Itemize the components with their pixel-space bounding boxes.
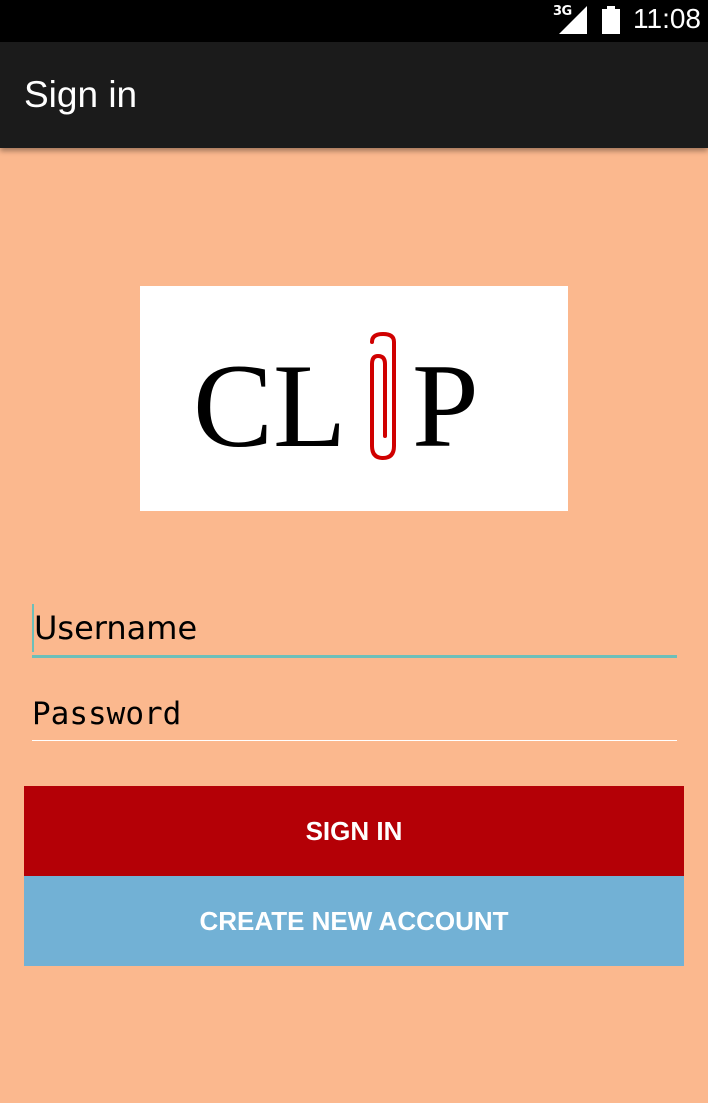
password-input[interactable]: [32, 690, 677, 738]
battery-icon: [602, 6, 620, 34]
status-bar: 3G 11:08: [0, 0, 708, 42]
password-field[interactable]: [32, 690, 677, 741]
page-title: Sign in: [24, 74, 138, 115]
app-bar: Sign in: [0, 42, 708, 148]
create-account-button[interactable]: CREATE NEW ACCOUNT: [24, 876, 684, 966]
network-type-label: 3G: [553, 4, 572, 19]
clip-logo: CL P: [140, 286, 568, 511]
svg-text:CL: CL: [193, 339, 346, 472]
svg-text:P: P: [412, 339, 479, 472]
username-field[interactable]: [32, 604, 677, 658]
sign-in-button[interactable]: SIGN IN: [24, 786, 684, 876]
username-input[interactable]: [32, 604, 677, 652]
clip-logo-graphic: CL P: [193, 331, 479, 472]
status-clock: 11:08: [633, 3, 701, 34]
